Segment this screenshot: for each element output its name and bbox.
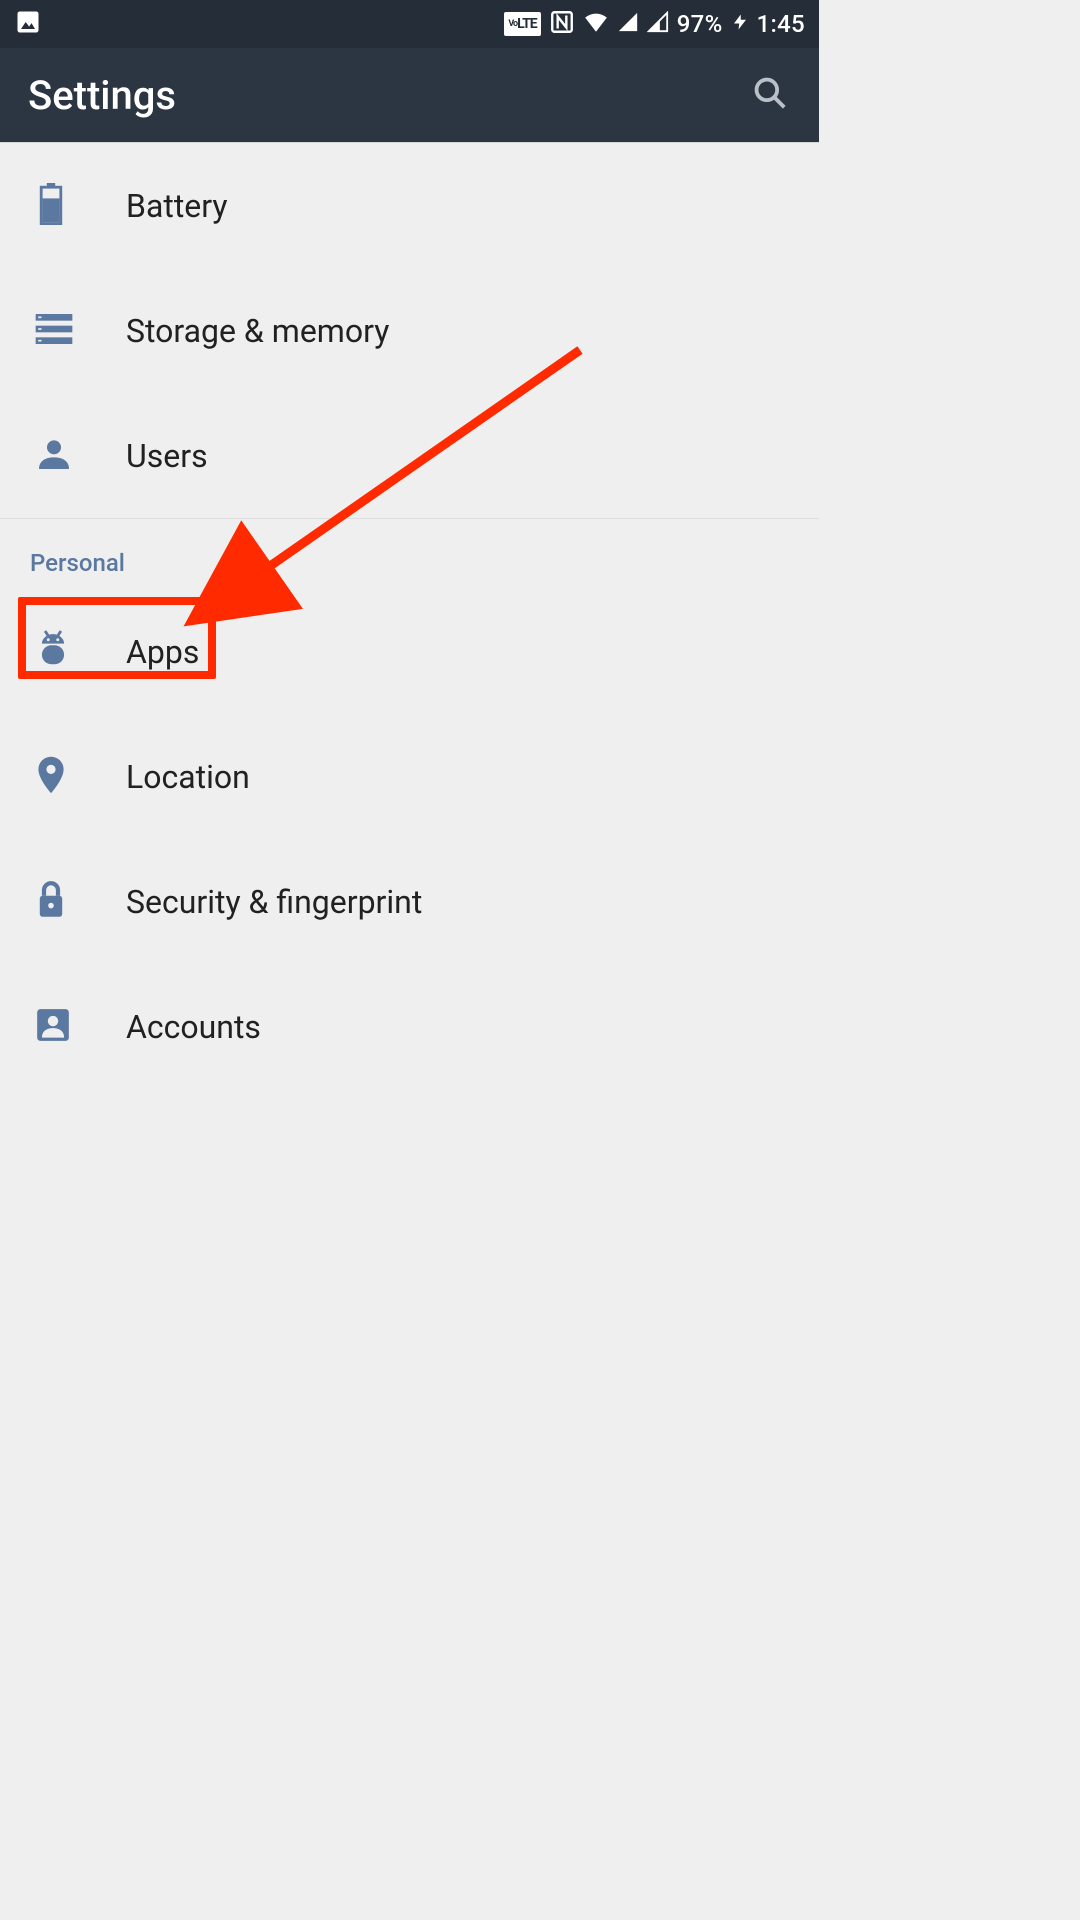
settings-item-label: Users: [126, 437, 208, 475]
settings-item-label: Battery: [126, 187, 228, 225]
user-icon: [34, 434, 74, 478]
settings-item-label: Accounts: [126, 1008, 261, 1046]
app-bar: Settings: [0, 48, 819, 142]
settings-item-location[interactable]: Location: [0, 714, 819, 839]
clock: 1:45: [757, 10, 805, 38]
page-title: Settings: [28, 72, 751, 119]
section-header-personal: Personal: [0, 519, 819, 589]
storage-icon: [34, 312, 74, 350]
settings-item-storage[interactable]: Storage & memory: [0, 268, 819, 393]
android-icon: [34, 629, 72, 675]
battery-percent: 97%: [677, 10, 723, 38]
volte-badge: VoLTE: [504, 12, 540, 36]
settings-item-accounts[interactable]: Accounts: [0, 964, 819, 1089]
status-bar: VoLTE 97% 1:45: [0, 0, 819, 48]
picture-icon: [14, 8, 42, 40]
signal1-icon: [617, 11, 639, 37]
settings-list: Battery Storage & memory Users: [0, 143, 819, 1089]
charging-icon: [731, 9, 749, 39]
search-icon: [751, 74, 789, 112]
settings-item-apps[interactable]: Apps: [0, 589, 819, 714]
settings-item-label: Apps: [126, 633, 199, 671]
wifi-icon: [583, 9, 609, 39]
settings-item-battery[interactable]: Battery: [0, 143, 819, 268]
nfc-icon: [549, 9, 575, 39]
signal2-icon: [647, 11, 669, 37]
settings-item-label: Storage & memory: [126, 312, 389, 350]
battery-icon: [34, 183, 68, 229]
location-icon: [34, 754, 68, 800]
settings-item-label: Location: [126, 758, 250, 796]
settings-item-security[interactable]: Security & fingerprint: [0, 839, 819, 964]
settings-item-label: Security & fingerprint: [126, 883, 422, 921]
search-button[interactable]: [751, 74, 789, 116]
lock-icon: [34, 879, 68, 925]
settings-item-users[interactable]: Users: [0, 393, 819, 518]
account-icon: [34, 1006, 72, 1048]
